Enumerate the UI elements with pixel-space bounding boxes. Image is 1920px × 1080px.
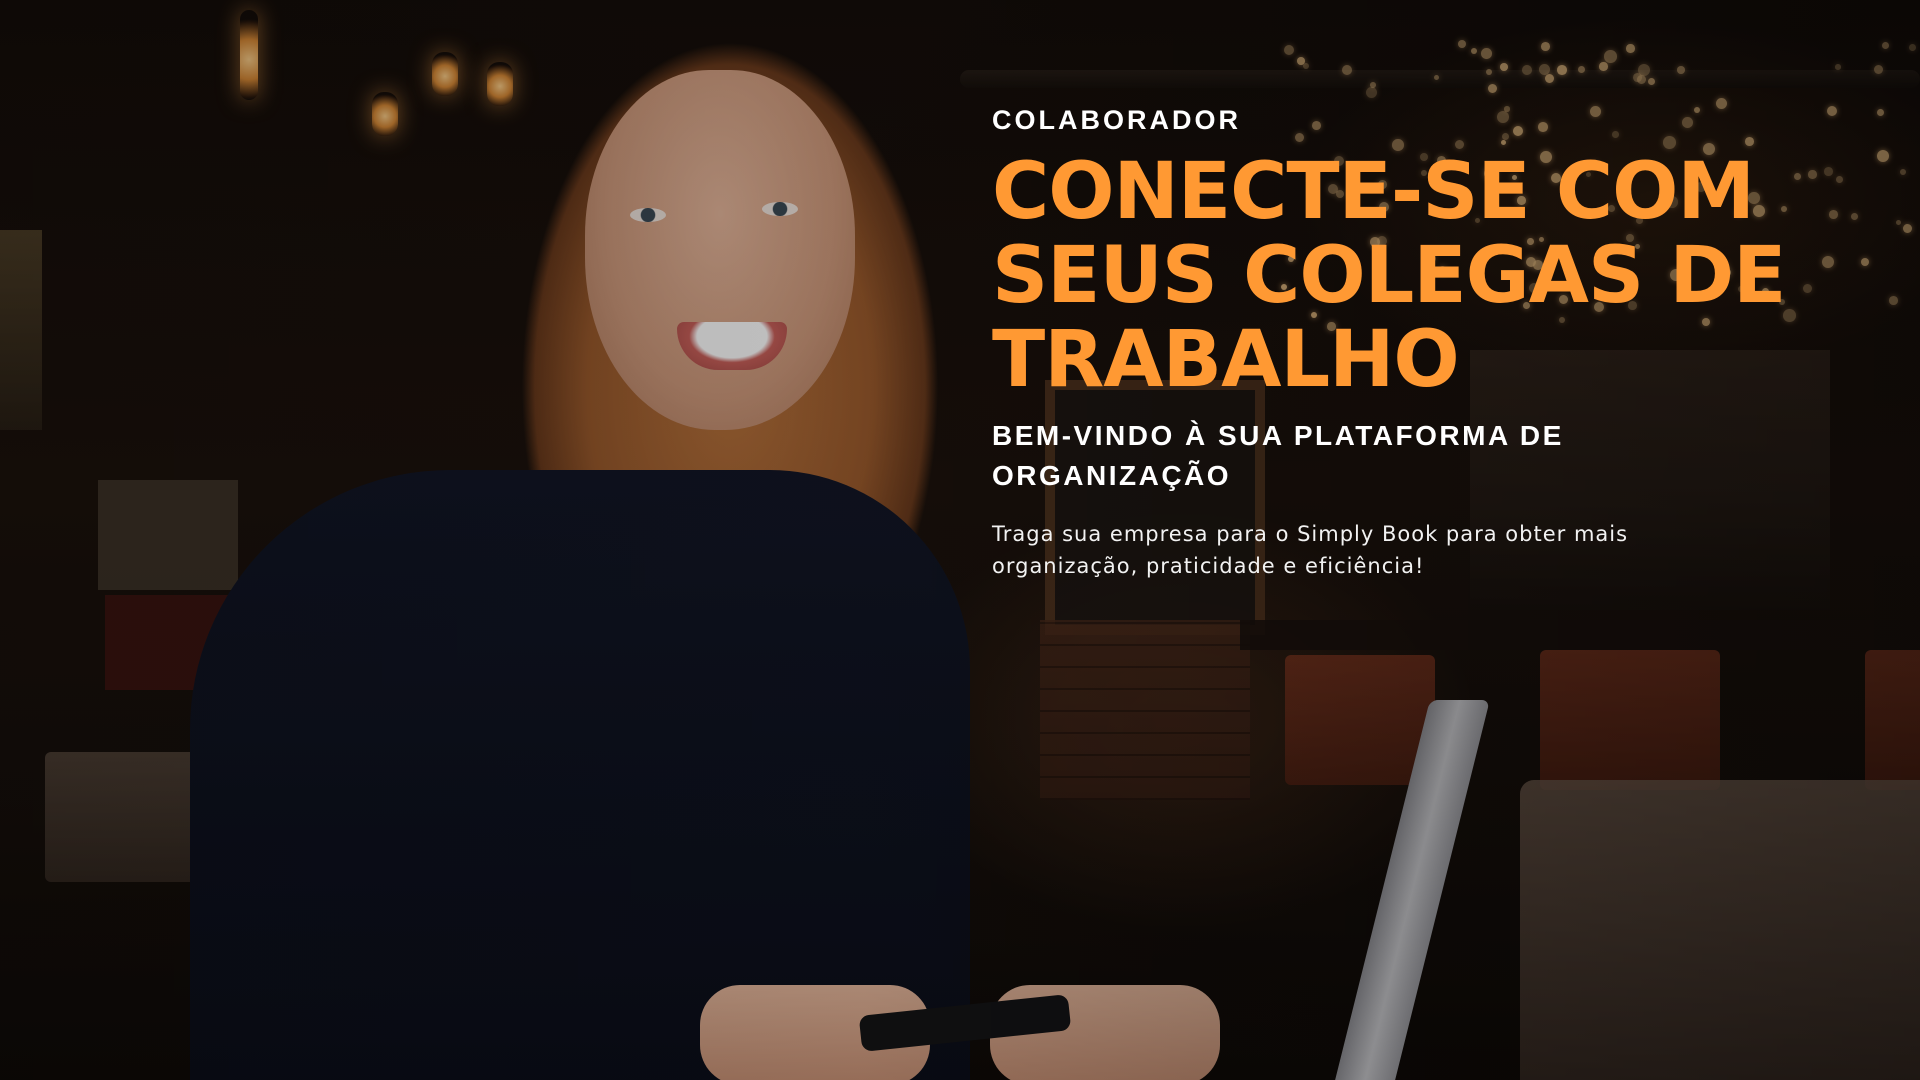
eyebrow-label: COLABORADOR: [992, 105, 1241, 135]
hero-text-block: COLABORADOR CONECTE-SE COM SEUS COLEGAS …: [992, 100, 1812, 582]
hero-description: Traga sua empresa para o Simply Book par…: [992, 522, 1629, 578]
hero-subheading: BEM-VINDO À SUA PLATAFORMA DE ORGANIZAÇÃ…: [992, 420, 1564, 491]
hero-banner: COLABORADOR CONECTE-SE COM SEUS COLEGAS …: [0, 0, 1920, 1080]
hero-headline: CONECTE-SE COM SEUS COLEGAS DE TRABALHO: [992, 147, 1786, 405]
